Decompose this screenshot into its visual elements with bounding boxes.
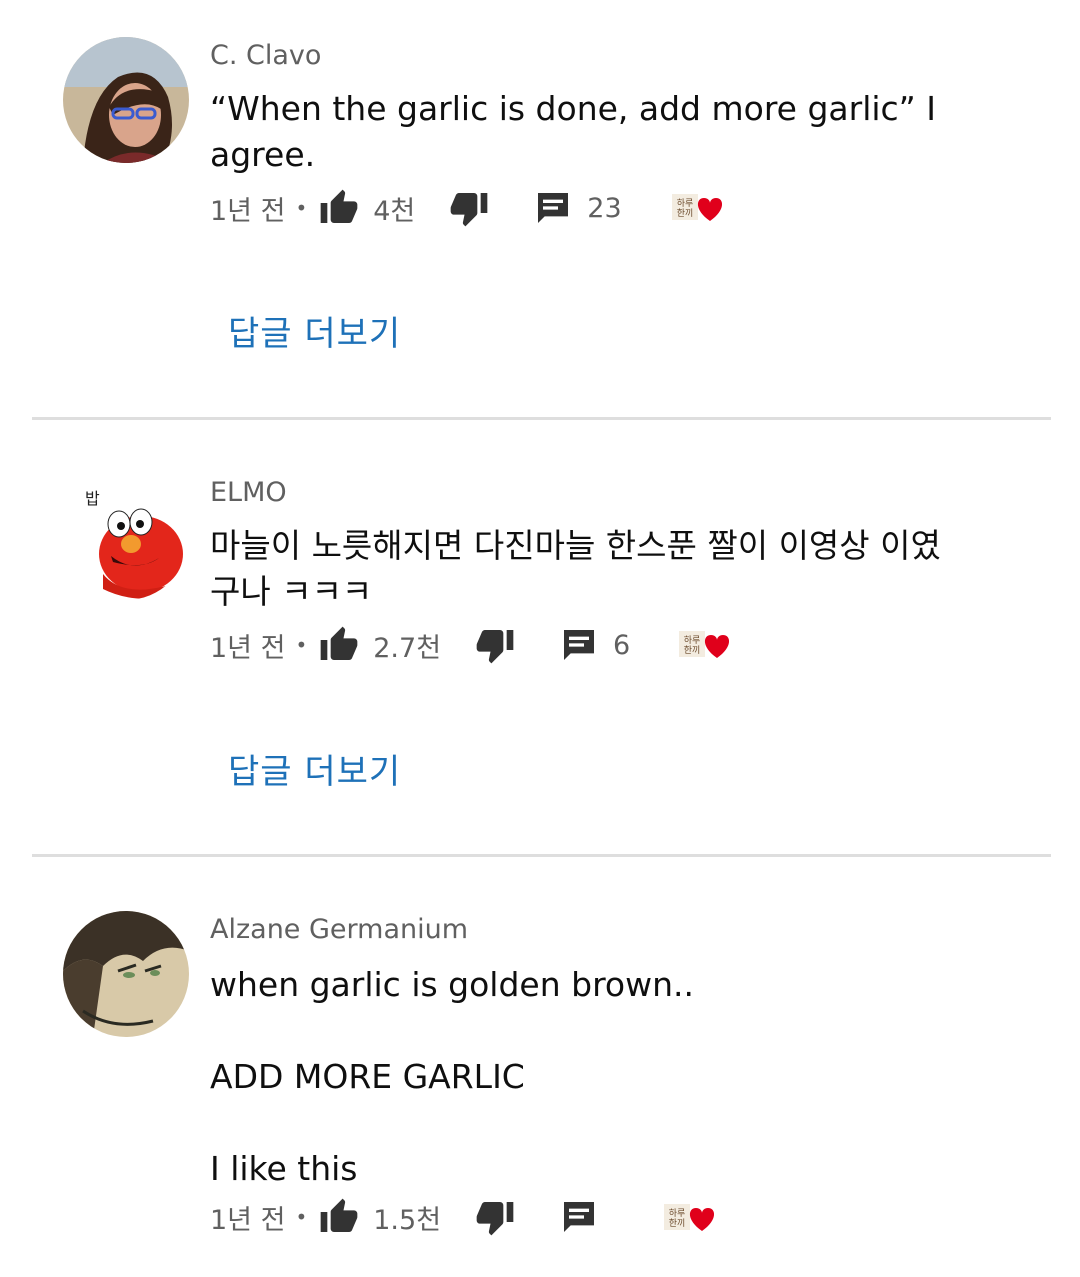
reply-count: 6 bbox=[613, 629, 631, 661]
comment-author[interactable]: Alzane Germanium bbox=[210, 914, 1020, 946]
comment-icon[interactable] bbox=[559, 1197, 599, 1237]
thumbs-down-icon[interactable] bbox=[475, 1197, 515, 1237]
avatar[interactable] bbox=[63, 37, 189, 163]
comment-actions: 1년 전 • 2.7천 6 bbox=[210, 623, 630, 667]
comment-age: 1년 전 bbox=[210, 632, 286, 664]
avatar[interactable] bbox=[63, 911, 189, 1037]
thumbs-up-icon[interactable] bbox=[319, 625, 359, 665]
heart-badge[interactable]: 하루 한끼 bbox=[677, 627, 733, 661]
heart-badge[interactable]: 하루 한끼 bbox=[662, 1200, 718, 1234]
like-count: 1.5천 bbox=[373, 1204, 442, 1236]
svg-text:하루: 하루 bbox=[677, 198, 694, 209]
comment-icon[interactable] bbox=[559, 625, 599, 665]
svg-text:한끼: 한끼 bbox=[677, 208, 694, 219]
comment-author[interactable]: ELMO bbox=[210, 477, 1020, 509]
thumbs-down-icon[interactable] bbox=[475, 625, 515, 665]
divider bbox=[32, 854, 1051, 857]
comment-actions: 1년 전 • 1.5천 bbox=[210, 1195, 599, 1239]
comment-author[interactable]: C. Clavo bbox=[210, 40, 1020, 72]
comment-actions: 1년 전 • 4천 23 bbox=[210, 186, 622, 230]
more-replies-button[interactable]: 답글 더보기 bbox=[228, 306, 401, 355]
like-count: 4천 bbox=[373, 195, 416, 227]
svg-text:한끼: 한끼 bbox=[669, 1218, 686, 1229]
avatar[interactable]: 밥 bbox=[63, 474, 189, 600]
comment-text: “When the garlic is done, add more garli… bbox=[210, 89, 936, 174]
like-count: 2.7천 bbox=[373, 632, 442, 664]
separator-dot: • bbox=[295, 633, 308, 657]
divider bbox=[32, 417, 1051, 420]
separator-dot: • bbox=[295, 1205, 308, 1229]
thumbs-down-icon[interactable] bbox=[449, 188, 489, 228]
thumbs-up-icon[interactable] bbox=[319, 188, 359, 228]
comment-age: 1년 전 bbox=[210, 1204, 286, 1236]
comment-text: 마늘이 노릇해지면 다진마늘 한스푼 짤이 이영상 이였 구나 ㅋㅋㅋ bbox=[210, 526, 941, 611]
avatar-caption: 밥 bbox=[85, 489, 100, 508]
comment-age: 1년 전 bbox=[210, 195, 286, 227]
comment-icon[interactable] bbox=[533, 188, 573, 228]
reply-count: 23 bbox=[587, 192, 622, 224]
comment-text: when garlic is golden brown.. ADD MORE G… bbox=[210, 965, 694, 1188]
svg-text:하루: 하루 bbox=[669, 1208, 686, 1219]
heart-badge[interactable]: 하루 한끼 bbox=[670, 190, 726, 224]
thumbs-up-icon[interactable] bbox=[319, 1197, 359, 1237]
separator-dot: • bbox=[295, 196, 308, 220]
svg-text:한끼: 한끼 bbox=[684, 645, 701, 656]
svg-text:하루: 하루 bbox=[684, 635, 701, 646]
more-replies-button[interactable]: 답글 더보기 bbox=[228, 744, 401, 793]
